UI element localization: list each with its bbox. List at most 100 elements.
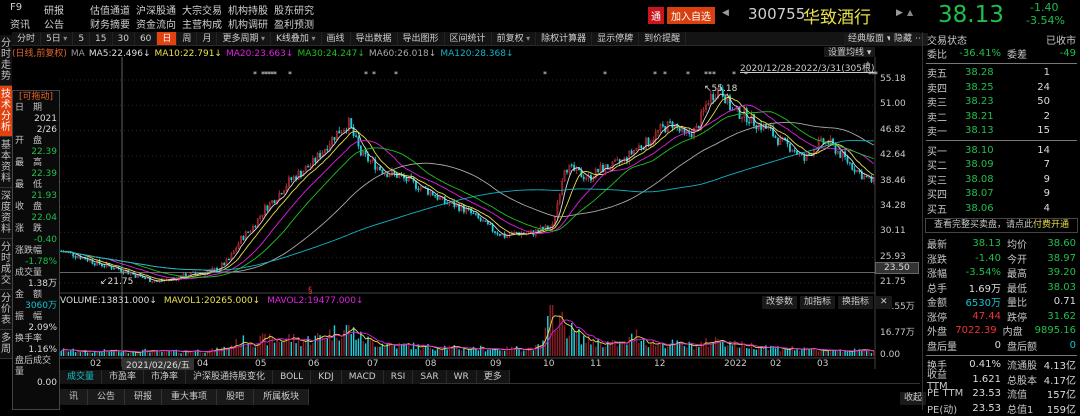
menu-item[interactable]: 资金流向 <box>136 16 176 32</box>
indicator-tab[interactable]: BOLL <box>273 370 312 384</box>
menu-item[interactable]: 盈利预测 <box>274 16 314 32</box>
toolbar-item[interactable]: 周 <box>177 32 198 45</box>
next-stock-icon[interactable]: ▶ <box>896 8 903 18</box>
bottom-tab[interactable]: 讯 <box>60 389 89 405</box>
toolbar-item[interactable]: 5 <box>73 32 91 45</box>
event-marker-icon[interactable]: * <box>273 70 277 79</box>
indicator-tab[interactable]: RSI <box>384 370 414 384</box>
menu-item[interactable]: 机构调研 <box>228 16 268 32</box>
candle-body <box>474 213 477 215</box>
stat-label: 盘后量 <box>927 341 957 353</box>
indicator-tab[interactable]: KDJ <box>311 370 342 384</box>
toolbar-item[interactable]: 15 <box>90 32 113 45</box>
bottom-tab[interactable]: 所属板块 <box>254 389 310 405</box>
toolbar-item[interactable]: 除权计算器 <box>536 32 593 45</box>
bottom-tab[interactable]: 股吧 <box>217 389 255 405</box>
weicha-label: 委差 <box>1007 49 1027 61</box>
event-marker-icon[interactable]: * <box>364 70 368 79</box>
indicator-tab[interactable]: SAR <box>413 370 447 384</box>
toolbar-item[interactable]: 月 <box>197 32 218 45</box>
toolbar-item[interactable]: K线叠加 <box>271 32 322 45</box>
leftnav-item[interactable]: 分时走势 <box>0 35 12 86</box>
leftnav-item[interactable]: 深度资料 <box>0 188 12 239</box>
prev-stock-icon[interactable]: ◀ <box>722 8 729 18</box>
bottom-tab[interactable]: 研报 <box>125 389 163 405</box>
bottom-tab[interactable]: 重大事项 <box>162 389 218 405</box>
add-watchlist-button[interactable]: 加入自选 <box>667 7 715 24</box>
volume-bar <box>781 349 784 356</box>
tong-badge[interactable]: 通 <box>648 7 664 24</box>
candle-body <box>448 203 451 205</box>
toolbar-item[interactable]: 更多周期 <box>217 32 272 45</box>
leftnav-item[interactable]: 技术分析 <box>0 86 12 137</box>
indicator-tab[interactable]: 市净率 <box>144 370 187 384</box>
indicator-tab[interactable]: 市盈率 <box>102 370 145 384</box>
menu-item[interactable]: 财务摘要 <box>90 16 130 32</box>
event-marker-icon[interactable]: * <box>663 70 667 79</box>
toolbar-item[interactable]: 画线 <box>322 32 351 45</box>
add-indicator-button[interactable]: 加指标 <box>800 296 836 309</box>
splitter[interactable] <box>420 383 920 384</box>
event-marker-icon[interactable]: * <box>288 70 292 79</box>
event-marker-icon[interactable]: * <box>874 70 878 79</box>
event-marker-icon[interactable]: * <box>394 70 398 79</box>
promo-link[interactable]: 付费开通 <box>1033 220 1069 230</box>
layout-dropdown[interactable]: 经典版面 ▾ <box>844 33 896 46</box>
event-marker-icon[interactable]: * <box>732 70 736 79</box>
event-marker-icon[interactable]: * <box>603 70 607 79</box>
toolbar-item[interactable]: 60 <box>135 32 158 45</box>
kline-chart[interactable]: 02 04 05 06 07 08 09 10 11 12 2022 02 03 * * * * * * * * * * * *… <box>60 57 922 369</box>
stat-row: 总手 1.69万 最低 38.03 <box>923 280 1080 295</box>
crosshair-info-panel[interactable]: [可拖动] 日 期 2021 2/26 开 盘 22.39 最 高 22.39 最 低 21.9… <box>12 90 60 410</box>
toolbar-item[interactable]: 显示停牌 <box>592 32 640 45</box>
draggable-label[interactable]: [可拖动] <box>13 91 59 103</box>
toolbar-item[interactable]: 区间统计 <box>445 32 492 45</box>
event-marker-icon[interactable]: * <box>653 70 657 79</box>
indicator-tab[interactable]: 成交量 <box>60 370 103 384</box>
indicator-tab[interactable]: WR <box>447 370 477 384</box>
candle-body <box>252 225 254 232</box>
candle-body <box>582 176 585 180</box>
toolbar-item[interactable]: 分时 <box>12 32 42 45</box>
event-marker-icon[interactable]: * <box>712 70 716 79</box>
change-params-button[interactable]: 改参数 <box>762 296 798 309</box>
leftnav-item[interactable]: 分价表 <box>0 290 12 330</box>
toolbar-item[interactable]: 导出数据 <box>351 32 398 45</box>
bell-icon[interactable]: ▲ <box>907 8 913 17</box>
promo-bar[interactable]: 查看完整买卖盘，请点此付费开通 <box>925 217 1078 233</box>
leftnav-item[interactable]: 多周 <box>0 330 12 359</box>
menu-item[interactable]: 主营构成 <box>182 16 222 32</box>
event-marker-icon[interactable]: * <box>372 70 376 79</box>
indicator-tab[interactable]: 更多 <box>477 370 510 384</box>
stat-value: 4.17亿 <box>1043 375 1076 387</box>
bottom-tab[interactable]: 公告 <box>88 389 126 405</box>
toolbar-item[interactable]: 30 <box>113 32 135 45</box>
leftnav-item[interactable]: 分时成交 <box>0 239 12 290</box>
close-icon[interactable]: ✕ <box>876 296 892 309</box>
toolbar-item[interactable]: 日 <box>157 32 178 45</box>
menu-item[interactable]: 资讯 <box>10 16 34 32</box>
event-marker-icon[interactable]: * <box>686 70 690 79</box>
toolbar-item[interactable]: 到价提醒 <box>639 32 687 45</box>
dividend-marker-icon[interactable]: § <box>308 286 313 296</box>
candle-body <box>338 130 341 134</box>
toolbar-item[interactable]: 前复权 <box>492 32 537 45</box>
level-price: 38.25 <box>965 81 994 93</box>
volume-bar <box>223 346 225 356</box>
toolbar-item[interactable]: 5日 <box>41 32 74 45</box>
indicator-tab[interactable]: 沪深股通持股变化 <box>186 370 274 384</box>
volume-bar <box>345 325 348 356</box>
event-marker-icon[interactable]: * <box>253 70 257 79</box>
stat-value: 38.13 <box>972 238 1001 250</box>
event-marker-icon[interactable]: * <box>543 70 547 79</box>
pin-icon[interactable]: ✦ <box>864 60 872 70</box>
mavol2-value: MAVOL2:19477.000↓ <box>267 296 364 306</box>
candle-body <box>386 173 389 178</box>
toolbar-item[interactable]: 导出图形 <box>398 32 445 45</box>
menu-item[interactable]: 公告 <box>44 16 80 32</box>
leftnav-item[interactable]: 基本资料 <box>0 137 12 188</box>
range-label[interactable]: 2020/12/28-2022/3/31(305根) <box>740 61 874 74</box>
level-label: 卖一 <box>927 127 947 139</box>
indicator-tab[interactable]: MACD <box>342 370 384 384</box>
switch-indicator-button[interactable]: 换指标 <box>838 296 874 309</box>
